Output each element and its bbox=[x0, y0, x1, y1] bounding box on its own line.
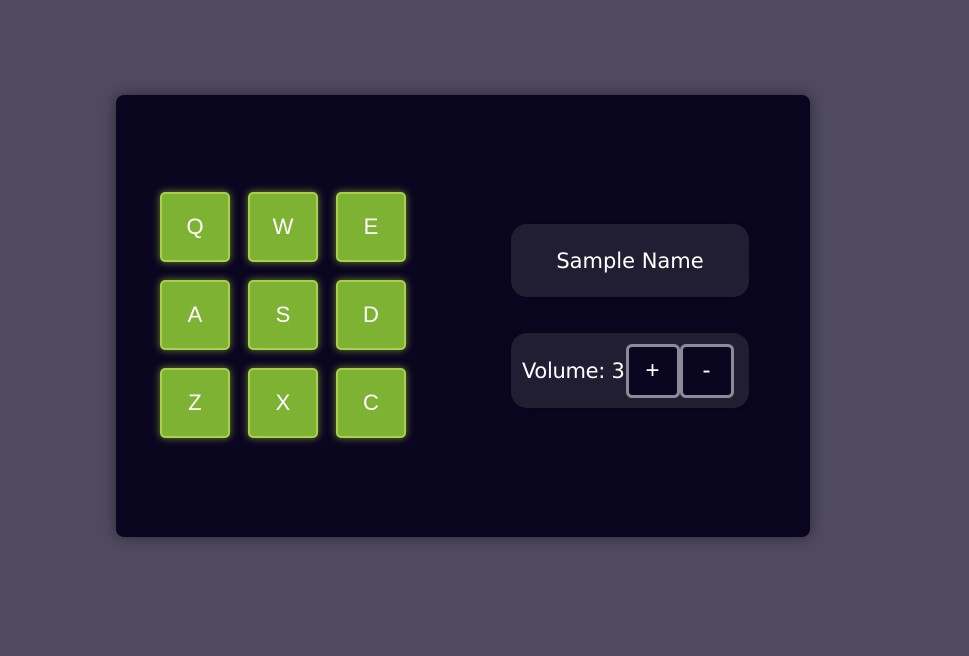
volume-label: Volume: 3 bbox=[522, 358, 625, 383]
drum-pad-c[interactable]: C bbox=[336, 368, 406, 438]
sample-name-display: Sample Name bbox=[511, 224, 749, 297]
drum-pad-w[interactable]: W bbox=[248, 192, 318, 262]
drum-pad-grid: Q W E A S D Z X C bbox=[160, 192, 406, 438]
drum-pad-a[interactable]: A bbox=[160, 280, 230, 350]
controls-panel: Sample Name Volume: 3 + - bbox=[511, 224, 749, 408]
volume-increase-button[interactable]: + bbox=[625, 343, 680, 398]
drum-pad-e[interactable]: E bbox=[336, 192, 406, 262]
drum-pad-x[interactable]: X bbox=[248, 368, 318, 438]
volume-control: Volume: 3 + - bbox=[511, 333, 749, 408]
drum-pad-z[interactable]: Z bbox=[160, 368, 230, 438]
drum-pad-s[interactable]: S bbox=[248, 280, 318, 350]
drum-pad-d[interactable]: D bbox=[336, 280, 406, 350]
drum-machine: Q W E A S D Z X C Sample Name Volume: 3 … bbox=[116, 95, 810, 537]
sample-name-text: Sample Name bbox=[556, 248, 704, 273]
volume-decrease-button[interactable]: - bbox=[679, 343, 734, 398]
drum-pad-q[interactable]: Q bbox=[160, 192, 230, 262]
